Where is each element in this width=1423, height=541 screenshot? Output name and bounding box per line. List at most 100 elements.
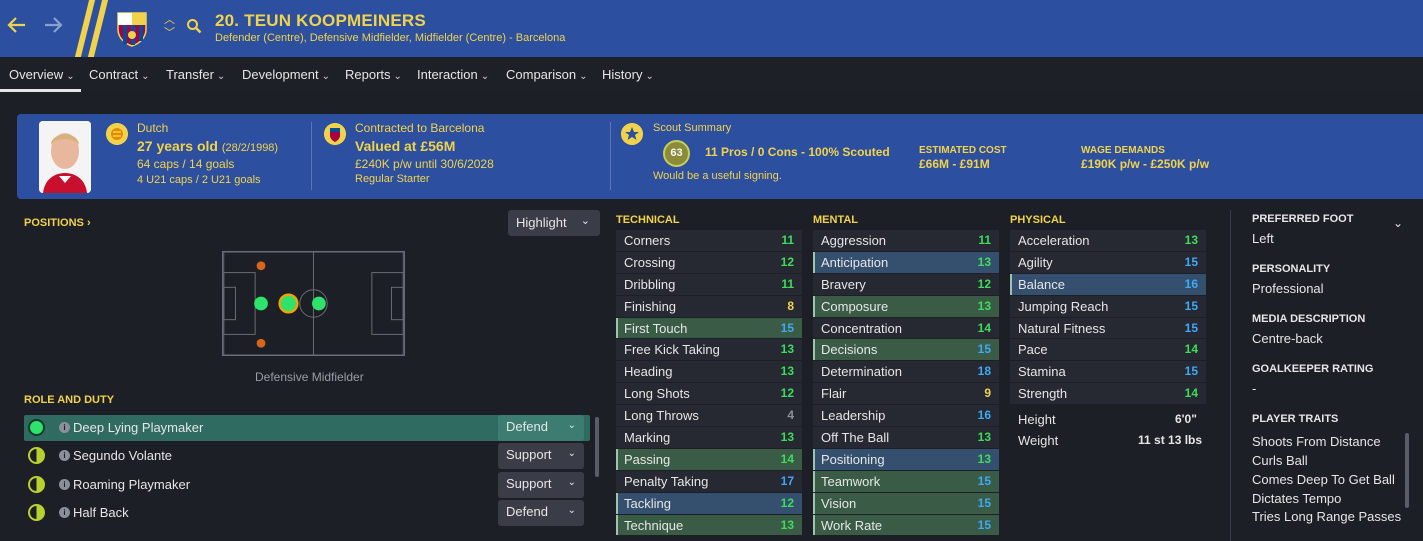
attribute-row[interactable]: Composure 13: [813, 295, 999, 318]
attribute-row[interactable]: Decisions 15: [813, 339, 999, 362]
attribute-row[interactable]: Work Rate 15: [813, 514, 999, 537]
attribute-value: 11: [978, 233, 991, 247]
attribute-value: 13: [1184, 233, 1198, 247]
attribute-row[interactable]: Penalty Taking 17: [616, 470, 802, 493]
attribute-row[interactable]: Tackling 12: [616, 492, 802, 515]
attribute-row[interactable]: Dribbling 11: [616, 273, 802, 296]
attribute-row[interactable]: Stamina 15: [1010, 361, 1206, 384]
active-tab-indicator: [0, 89, 81, 92]
role-row[interactable]: i Roaming Playmaker Support ⌄: [24, 472, 590, 498]
attribute-row[interactable]: Long Throws 4: [616, 405, 802, 428]
forward-button[interactable]: [42, 14, 64, 43]
roles-scrollbar[interactable]: [595, 417, 599, 477]
personality-value: Professional: [1252, 281, 1324, 296]
attribute-value: 12: [780, 254, 794, 269]
position-dot: [254, 296, 268, 311]
back-button[interactable]: [6, 14, 28, 43]
attribute-row[interactable]: Heading 13: [616, 361, 802, 384]
attribute-row[interactable]: Jumping Reach 15: [1010, 295, 1206, 318]
info-icon[interactable]: i: [59, 507, 70, 518]
position-dot: [278, 293, 299, 314]
attribute-row[interactable]: Technique 13: [616, 514, 802, 537]
chevron-down-icon[interactable]: ﹀: [164, 27, 175, 40]
weight-label: Weight: [1018, 433, 1059, 448]
preferred-foot-value: Left: [1252, 231, 1274, 246]
tab-history[interactable]: History ⌄: [602, 67, 654, 82]
trait-item: Shoots From Distance: [1252, 434, 1381, 449]
role-duty-heading: ROLE AND DUTY: [24, 394, 115, 406]
role-row[interactable]: i Deep Lying Playmaker Defend ⌄: [24, 415, 590, 441]
player-traits-label: PLAYER TRAITS: [1252, 413, 1339, 425]
tab-development[interactable]: Development ⌄: [242, 67, 330, 82]
player-switcher[interactable]: ︿ ﹀: [164, 14, 175, 40]
attribute-row[interactable]: First Touch 15: [616, 317, 802, 340]
tab-reports[interactable]: Reports ⌄: [345, 67, 402, 82]
weight-value: 11 st 13 lbs: [1138, 433, 1203, 447]
attribute-row[interactable]: Bravery 12: [813, 273, 999, 296]
role-row[interactable]: i Segundo Volante Support ⌄: [24, 443, 590, 469]
attribute-value: 14: [780, 451, 794, 466]
attribute-value: 15: [780, 320, 794, 335]
attribute-row[interactable]: Leadership 16: [813, 405, 999, 428]
chevron-down-icon[interactable]: ⌄: [1393, 216, 1403, 230]
attribute-row[interactable]: Positioning 13: [813, 448, 999, 471]
attribute-name: Acceleration: [1018, 233, 1090, 248]
info-icon[interactable]: i: [59, 422, 70, 433]
date-of-birth: (28/2/1998): [221, 142, 279, 154]
duty-dropdown[interactable]: Support ⌄: [498, 443, 584, 469]
role-row[interactable]: i Half Back Defend ⌄: [24, 500, 590, 526]
technical-heading: TECHNICAL: [616, 214, 680, 226]
attribute-row[interactable]: Aggression 11: [813, 230, 999, 252]
attribute-row[interactable]: Determination 18: [813, 361, 999, 384]
attribute-row[interactable]: Finishing 8: [616, 295, 802, 318]
attribute-value: 9: [984, 386, 991, 401]
info-icon[interactable]: i: [59, 479, 70, 490]
attribute-name: Bravery: [821, 276, 866, 292]
attribute-row[interactable]: Off The Ball 13: [813, 427, 999, 449]
attribute-row[interactable]: Natural Fitness 15: [1010, 317, 1206, 340]
attribute-name: Penalty Taking: [624, 473, 709, 489]
personality-label: PERSONALITY: [1252, 263, 1331, 275]
attribute-row[interactable]: Concentration 14: [813, 317, 999, 340]
attribute-row[interactable]: Balance 16: [1010, 273, 1206, 296]
attribute-row[interactable]: Pace 14: [1010, 339, 1206, 362]
duty-dropdown[interactable]: Defend ⌄: [498, 415, 584, 441]
tab-overview[interactable]: Overview ⌄: [9, 67, 75, 82]
search-icon[interactable]: [186, 18, 202, 34]
attribute-row[interactable]: Flair 9: [813, 383, 999, 406]
attribute-value: 18: [977, 364, 991, 379]
duty-dropdown[interactable]: Support ⌄: [498, 472, 584, 498]
attribute-row[interactable]: Passing 14: [616, 448, 802, 471]
chevron-up-icon[interactable]: ︿: [164, 14, 175, 27]
info-icon[interactable]: i: [59, 450, 70, 461]
tab-transfer[interactable]: Transfer ⌄: [166, 67, 225, 82]
club-badge-icon: [324, 123, 346, 145]
highlight-dropdown[interactable]: Highlight ⌄: [508, 210, 600, 236]
attribute-value: 13: [977, 451, 991, 466]
tab-comparison[interactable]: Comparison ⌄: [506, 67, 587, 82]
attribute-row[interactable]: Strength 14: [1010, 383, 1206, 406]
attribute-row[interactable]: Agility 15: [1010, 251, 1206, 274]
tab-contract[interactable]: Contract ⌄: [89, 67, 150, 82]
attribute-row[interactable]: Anticipation 13: [813, 251, 999, 274]
attribute-row[interactable]: Marking 13: [616, 427, 802, 449]
attribute-row[interactable]: Vision 15: [813, 492, 999, 515]
attribute-value: 11: [781, 276, 794, 291]
attribute-row[interactable]: Corners 11: [616, 230, 802, 252]
attribute-row[interactable]: Free Kick Taking 13: [616, 339, 802, 362]
attribute-row[interactable]: Long Shots 12: [616, 383, 802, 406]
attribute-name: Work Rate: [821, 517, 883, 533]
attribute-name: Tackling: [624, 495, 671, 511]
duty-dropdown[interactable]: Defend ⌄: [498, 500, 584, 526]
attribute-row[interactable]: Teamwork 15: [813, 470, 999, 493]
attribute-row[interactable]: Crossing 12: [616, 251, 802, 274]
positions-heading[interactable]: POSITIONS ›: [24, 217, 91, 229]
tab-interaction[interactable]: Interaction ⌄: [417, 67, 489, 82]
chevron-down-icon: ⌄: [216, 71, 226, 82]
attribute-value: 14: [977, 320, 991, 335]
traits-scrollbar[interactable]: [1405, 433, 1409, 508]
attribute-row[interactable]: Acceleration 13: [1010, 230, 1206, 252]
attribute-value: 15: [977, 342, 991, 357]
attribute-name: Agility: [1018, 254, 1053, 270]
attribute-name: Strength: [1018, 386, 1068, 402]
